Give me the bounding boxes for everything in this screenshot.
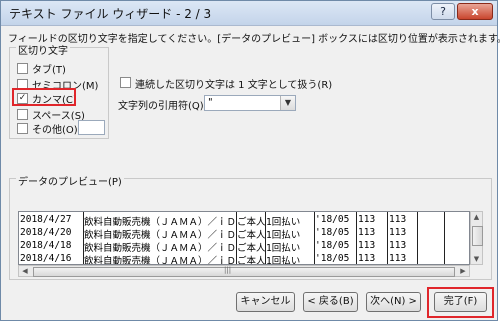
preview-cell: 113 [358, 227, 376, 238]
text-qualifier-select[interactable]: " ▼ [204, 95, 296, 111]
cancel-button[interactable]: キャンセル [236, 292, 295, 312]
preview-cell: '18/05 [315, 253, 350, 264]
preview-cell: 113 [389, 214, 407, 225]
other-checkbox[interactable] [17, 123, 28, 134]
preview-cell: ご本人 [237, 243, 266, 254]
preview-cell: ご本人 [237, 217, 266, 228]
tab-checkbox-label[interactable]: タブ(T) [32, 61, 66, 76]
space-checkbox-label[interactable]: スペース(S) [32, 107, 85, 122]
treat-consecutive-checkbox[interactable] [120, 77, 131, 88]
text-qualifier-value: " [208, 97, 213, 108]
help-button[interactable]: ? [431, 3, 455, 20]
preview-cell: 1回払い [266, 217, 301, 228]
help-icon: ? [440, 5, 446, 18]
close-button[interactable]: x [457, 3, 493, 20]
preview-cell: 113 [358, 253, 376, 264]
preview-cell: 2018/4/27 [20, 214, 72, 225]
preview-cell: '18/05 [315, 227, 350, 238]
scroll-left-icon[interactable]: ◀ [19, 266, 31, 276]
window-title: テキスト ファイル ウィザード - 2 / 3 [9, 7, 212, 21]
scroll-up-icon[interactable]: ▲ [471, 212, 482, 222]
horizontal-scroll-thumb[interactable] [33, 267, 455, 277]
preview-cell: 2018/4/18 [20, 240, 72, 251]
preview-cell: 1回払い [266, 243, 301, 254]
preview-cell: '18/05 [315, 214, 350, 225]
other-delimiter-input[interactable] [78, 120, 105, 135]
preview-cell: 113 [389, 253, 407, 264]
scroll-grip-icon: ||| [224, 266, 232, 274]
data-preview-grid[interactable]: 2018/4/27 飲料自動販売機（ＪＡＭＡ）／ｉＤ ご本人 1回払い '18/… [18, 211, 470, 265]
preview-row: 2018/4/18 飲料自動販売機（ＪＡＭＡ）／ｉＤ ご本人 1回払い '18/… [19, 240, 469, 254]
delimiters-group-label: 区切り文字 [16, 42, 70, 57]
instruction-text: フィールドの区切り文字を指定してください。[データのプレビュー] ボックスには区… [8, 34, 500, 45]
preview-horizontal-scrollbar[interactable]: ◀ ||| ▶ [18, 265, 470, 277]
preview-row: 2018/4/27 飲料自動販売機（ＪＡＭＡ）／ｉＤ ご本人 1回払い '18/… [19, 214, 469, 228]
finish-highlight-box [427, 287, 494, 318]
scroll-right-icon[interactable]: ▶ [457, 266, 469, 276]
preview-cell: 113 [358, 240, 376, 251]
preview-cell: 113 [358, 214, 376, 225]
preview-cell: 飲料自動販売機（ＪＡＭＡ）／ｉＤ [84, 230, 237, 241]
preview-cell: ご本人 [237, 230, 266, 241]
other-checkbox-label[interactable]: その他(O): [32, 121, 81, 136]
preview-cell: 1回払い [266, 256, 301, 265]
preview-cell: 1回払い [266, 230, 301, 241]
preview-row: 2018/4/16 飲料自動販売機（ＪＡＭＡ）／ｉＤ ご本人 1回払い '18/… [19, 253, 469, 265]
text-qualifier-label: 文字列の引用符(Q): [118, 101, 208, 112]
preview-cell: 2018/4/20 [20, 227, 72, 238]
next-button[interactable]: 次へ(N) > [366, 292, 421, 312]
title-bar: テキスト ファイル ウィザード - 2 / 3 ? x [1, 1, 497, 26]
preview-cell: ご本人 [237, 256, 266, 265]
preview-row: 2018/4/20 飲料自動販売機（ＪＡＭＡ）／ｉＤ ご本人 1回払い '18/… [19, 227, 469, 241]
space-checkbox[interactable] [17, 109, 28, 120]
preview-cell: 飲料自動販売機（ＪＡＭＡ）／ｉＤ [84, 217, 237, 228]
back-button[interactable]: < 戻る(B) [303, 292, 358, 312]
chevron-down-icon[interactable]: ▼ [280, 96, 295, 110]
preview-cell: 飲料自動販売機（ＪＡＭＡ）／ｉＤ [84, 243, 237, 254]
comma-highlight-box [12, 88, 76, 106]
close-icon: x [471, 5, 479, 18]
preview-vertical-scrollbar[interactable]: ▲ ▼ [470, 211, 483, 265]
preview-cell: '18/05 [315, 240, 350, 251]
scroll-down-icon[interactable]: ▼ [471, 254, 482, 264]
preview-cell: 2018/4/16 [20, 253, 72, 264]
preview-cell: 113 [389, 227, 407, 238]
data-preview-label: データのプレビュー(P) [16, 173, 124, 188]
treat-consecutive-label[interactable]: 連続した区切り文字は 1 文字として扱う(R) [135, 76, 332, 91]
preview-cell: 113 [389, 240, 407, 251]
vertical-scroll-thumb[interactable] [472, 226, 483, 246]
preview-cell: 飲料自動販売機（ＪＡＭＡ）／ｉＤ [84, 256, 237, 265]
tab-checkbox[interactable] [17, 63, 28, 74]
